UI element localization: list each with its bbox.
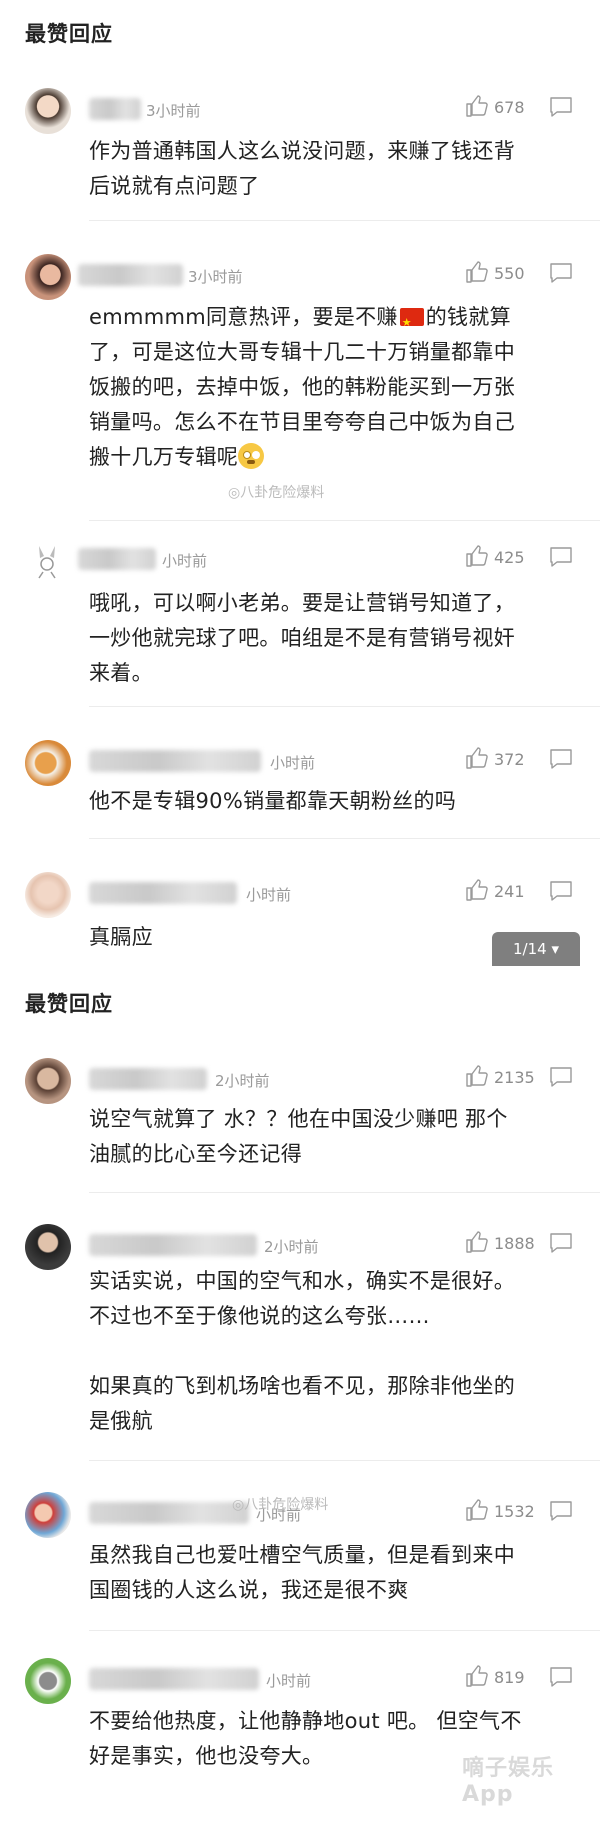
timestamp: 小时前 bbox=[246, 886, 292, 904]
username-blurred[interactable] bbox=[89, 1068, 207, 1090]
comment-bubble-icon[interactable] bbox=[549, 96, 573, 118]
rolling-eyes-emoji-icon bbox=[238, 443, 265, 469]
thumbs-up-icon[interactable] bbox=[465, 1664, 489, 1688]
avatar[interactable] bbox=[25, 740, 71, 786]
username-blurred[interactable] bbox=[89, 1668, 259, 1690]
divider bbox=[89, 838, 600, 839]
like-count: 241 bbox=[494, 882, 525, 901]
section-title: 最赞回应 bbox=[25, 992, 113, 1016]
thumbs-up-icon[interactable] bbox=[465, 1498, 489, 1522]
like-count: 550 bbox=[494, 264, 525, 283]
username-blurred[interactable] bbox=[89, 1234, 257, 1256]
comment-bubble-icon[interactable] bbox=[549, 1666, 573, 1688]
timestamp: 小时前 bbox=[162, 552, 208, 570]
like-count: 819 bbox=[494, 1668, 525, 1687]
thumbs-up-icon[interactable] bbox=[465, 1230, 489, 1254]
timestamp: 3小时前 bbox=[146, 102, 201, 120]
brand-watermark: 嘀子娱乐App bbox=[462, 1756, 555, 1807]
avatar[interactable] bbox=[25, 1658, 71, 1704]
username-blurred[interactable] bbox=[89, 98, 141, 120]
thumbs-up-icon[interactable] bbox=[465, 544, 489, 568]
comment-text: 实话实说，中国的空气和水，确实不是很好。 不过也不至于像他说的这么夸张…… 如果… bbox=[89, 1269, 515, 1433]
divider bbox=[89, 706, 600, 707]
section-title: 最赞回应 bbox=[25, 22, 113, 46]
thumbs-up-icon[interactable] bbox=[465, 260, 489, 284]
like-count: 1532 bbox=[494, 1502, 535, 1521]
username-blurred[interactable] bbox=[89, 750, 261, 772]
comment-text: 他不是专辑90%销量都靠天朝粉丝的吗 bbox=[89, 789, 457, 813]
avatar[interactable] bbox=[25, 1224, 71, 1270]
thumbs-up-icon[interactable] bbox=[465, 878, 489, 902]
weibo-watermark: ◎八卦危险爆料 bbox=[232, 1497, 329, 1513]
avatar[interactable] bbox=[25, 872, 71, 918]
page-indicator-button[interactable]: 1/14 ▾ bbox=[492, 932, 580, 966]
comment-bubble-icon[interactable] bbox=[549, 880, 573, 902]
divider bbox=[89, 1630, 600, 1631]
like-count: 2135 bbox=[494, 1068, 535, 1087]
comment-bubble-icon[interactable] bbox=[549, 1232, 573, 1254]
comment-feed: 最赞回应 3小时前 678 作为普通韩国人这么说没问题，来赚了钱还背 后说就有点… bbox=[0, 0, 600, 1826]
thumbs-up-icon[interactable] bbox=[465, 1064, 489, 1088]
comment-text: 虽然我自己也爱吐槽空气质量，但是看到来中 国圈钱的人这么说，我还是很不爽 bbox=[89, 1543, 515, 1602]
divider bbox=[89, 220, 600, 221]
username-blurred[interactable] bbox=[78, 264, 183, 286]
comment-bubble-icon[interactable] bbox=[549, 1500, 573, 1522]
comment-bubble-icon[interactable] bbox=[549, 546, 573, 568]
timestamp: 3小时前 bbox=[188, 268, 243, 286]
timestamp: 2小时前 bbox=[215, 1072, 270, 1090]
timestamp: 小时前 bbox=[266, 1672, 312, 1690]
comment-bubble-icon[interactable] bbox=[549, 748, 573, 770]
avatar[interactable] bbox=[25, 1058, 71, 1104]
like-count: 1888 bbox=[494, 1234, 535, 1253]
comment-bubble-icon[interactable] bbox=[549, 1066, 573, 1088]
thumbs-up-icon[interactable] bbox=[465, 94, 489, 118]
like-count: 425 bbox=[494, 548, 525, 567]
weibo-watermark: ◎八卦危险爆料 bbox=[228, 485, 325, 501]
avatar[interactable] bbox=[25, 1492, 71, 1538]
username-blurred[interactable] bbox=[89, 1502, 249, 1524]
comment-bubble-icon[interactable] bbox=[549, 262, 573, 284]
china-flag-icon bbox=[399, 305, 424, 340]
comment-text: 哦吼，可以啊小老弟。要是让营销号知道了， 一炒他就完球了吧。咱组是不是有营销号视… bbox=[89, 591, 515, 685]
like-count: 678 bbox=[494, 98, 525, 117]
timestamp: 2小时前 bbox=[264, 1238, 319, 1256]
comment-text: emmmmm同意热评，要是不赚的钱就算 了，可是这位大哥专辑十几二十万销量都靠中… bbox=[89, 300, 579, 475]
avatar[interactable] bbox=[25, 254, 71, 300]
timestamp: 小时前 bbox=[270, 754, 316, 772]
thumbs-up-icon[interactable] bbox=[465, 746, 489, 770]
username-blurred[interactable] bbox=[78, 548, 156, 570]
comment-text: 作为普通韩国人这么说没问题，来赚了钱还背 后说就有点问题了 bbox=[89, 139, 515, 198]
comment-text-part: 的钱就算 了，可是这位大哥专辑十几二十万销量都靠中 饭搬的吧，去掉中饭，他的韩粉… bbox=[89, 305, 515, 469]
like-count: 372 bbox=[494, 750, 525, 769]
divider bbox=[89, 1460, 600, 1461]
divider bbox=[89, 1192, 600, 1193]
avatar[interactable] bbox=[25, 538, 71, 584]
comment-text-part: emmmmm同意热评，要是不赚 bbox=[89, 305, 398, 329]
username-blurred[interactable] bbox=[89, 882, 237, 904]
divider bbox=[89, 520, 600, 521]
comment-text: 说空气就算了 水？？他在中国没少赚吧 那个 油腻的比心至今还记得 bbox=[89, 1107, 508, 1166]
avatar[interactable] bbox=[25, 88, 71, 134]
